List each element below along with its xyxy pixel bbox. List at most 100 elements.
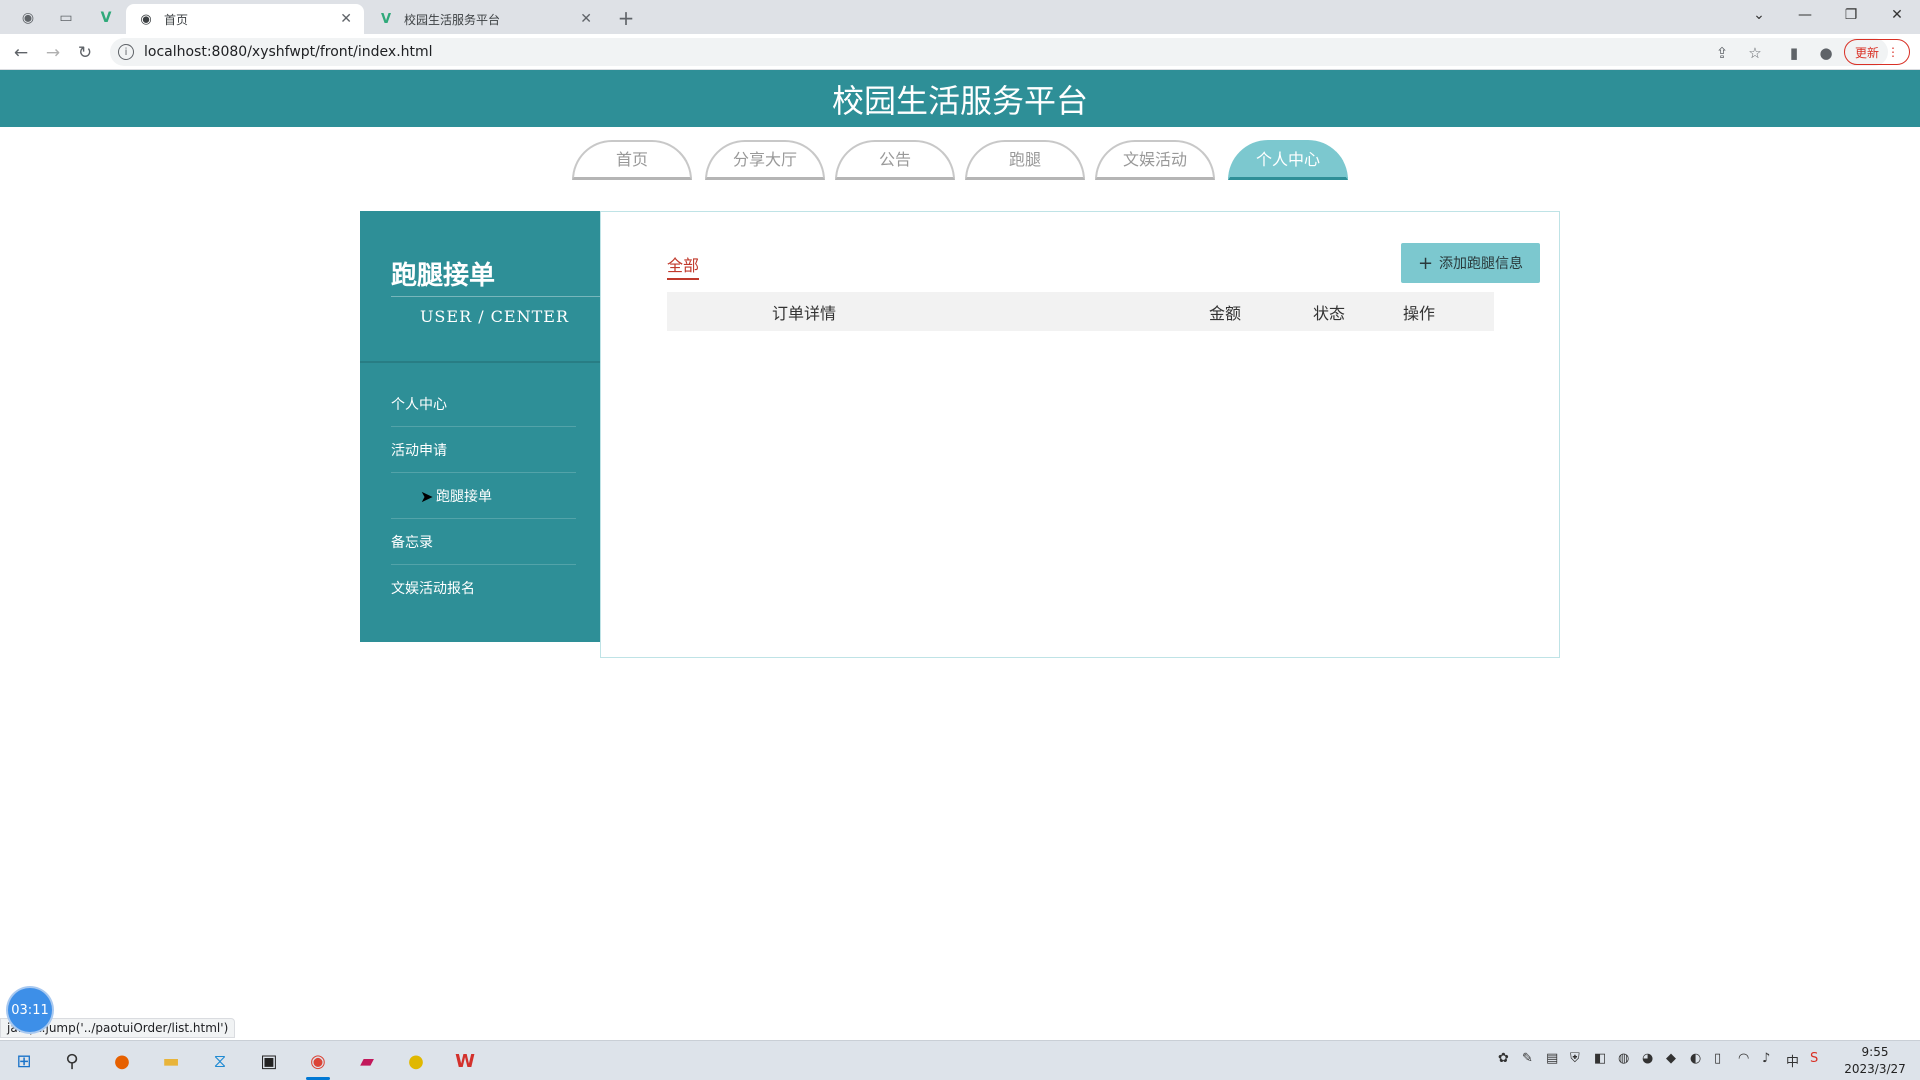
reload-icon: ↻ <box>77 43 93 63</box>
browser-tab-home[interactable]: ◉ 首页 ✕ <box>126 4 364 34</box>
profile-button[interactable]: ● <box>1814 41 1838 65</box>
timer-badge[interactable]: 03:11 <box>8 988 52 1032</box>
browser-tab-strip: ◉ ▭ V ◉ 首页 ✕ V 校园生活服务平台 ✕ + ⌄ — ❐ ✕ <box>0 0 1920 34</box>
close-window-button[interactable]: ✕ <box>1874 2 1920 28</box>
mouse-cursor-icon: ➤ <box>420 487 434 506</box>
column-header-amount: 金额 <box>1209 303 1242 323</box>
wps-icon: W <box>455 1050 475 1072</box>
tray-app-icon[interactable]: ✎ <box>1522 1051 1533 1066</box>
sidebar-title: 跑腿接单 <box>391 261 496 291</box>
plus-icon: + <box>1417 252 1434 274</box>
share-button[interactable]: ⇪ <box>1710 41 1734 65</box>
vue-icon: V <box>380 11 392 27</box>
main-content: 全部 + 添加跑腿信息 订单详情 金额 状态 操作 <box>600 211 1560 658</box>
pinned-tab-2[interactable]: ▭ <box>46 5 86 31</box>
clock-time: 9:55 <box>1861 1045 1889 1059</box>
update-button[interactable]: 更新 ⋮ <box>1844 39 1910 65</box>
sidebar: 跑腿接单 USER / CENTER 个人中心 活动申请 跑腿接单 备忘录 文娱… <box>360 211 600 642</box>
table-header: 订单详情 金额 状态 操作 <box>667 292 1494 331</box>
firefox-icon: ● <box>114 1050 130 1072</box>
intellij-icon: ▰ <box>360 1050 374 1072</box>
volume-icon[interactable]: ♪ <box>1762 1051 1770 1066</box>
new-tab-button[interactable]: + <box>612 4 640 32</box>
tray-app-icon[interactable]: ◐ <box>1690 1051 1701 1066</box>
side-panel-button[interactable]: ▮ <box>1782 41 1806 65</box>
bookmark-button[interactable]: ☆ <box>1743 41 1767 65</box>
taskbar-intellij[interactable]: ▰ <box>347 1045 387 1077</box>
forward-button[interactable]: → <box>40 40 66 66</box>
sidebar-item-activity-apply[interactable]: 活动申请 <box>391 427 576 473</box>
start-button[interactable]: ⊞ <box>4 1045 44 1077</box>
sidebar-item-user-center[interactable]: 个人中心 <box>391 381 576 427</box>
nav-share-hall[interactable]: 分享大厅 <box>705 140 825 180</box>
taskbar-terminal[interactable]: ▣ <box>249 1045 289 1077</box>
nav-errand[interactable]: 跑腿 <box>965 140 1085 180</box>
sidebar-item-errand-orders[interactable]: 跑腿接单 <box>391 473 576 519</box>
minimize-button[interactable]: — <box>1782 2 1828 28</box>
tray-app-icon[interactable]: ▤ <box>1546 1051 1558 1066</box>
windows-icon: ⊞ <box>16 1050 32 1072</box>
taskbar-clock[interactable]: 9:55 2023/3/27 <box>1840 1044 1910 1078</box>
filter-tab-all[interactable]: 全部 <box>667 252 700 280</box>
side-panel-icon: ▮ <box>1789 44 1799 62</box>
address-bar[interactable]: i localhost:8080/xyshfwpt/front/index.ht… <box>110 38 1888 66</box>
search-button[interactable]: ⚲ <box>52 1045 92 1077</box>
star-icon: ☆ <box>1748 44 1762 62</box>
nav-home[interactable]: 首页 <box>572 140 692 180</box>
sidebar-item-entertainment-signup[interactable]: 文娱活动报名 <box>391 565 576 611</box>
close-icon: ✕ <box>1891 7 1903 23</box>
battery-icon[interactable]: ▯ <box>1714 1051 1721 1066</box>
update-label: 更新 <box>1854 45 1879 60</box>
taskbar-wps[interactable]: W <box>445 1045 485 1077</box>
minimize-icon: — <box>1798 7 1812 23</box>
sidebar-item-memo[interactable]: 备忘录 <box>391 519 576 565</box>
taskbar-chrome[interactable]: ◉ <box>298 1045 338 1080</box>
tray-app-icon[interactable]: ◧ <box>1594 1051 1606 1066</box>
nav-notice[interactable]: 公告 <box>835 140 955 180</box>
globe-icon: ◉ <box>140 11 152 27</box>
wifi-icon[interactable]: ◠ <box>1738 1051 1749 1066</box>
shield-icon[interactable]: ⛨ <box>1570 1051 1580 1066</box>
restore-button[interactable]: ❐ <box>1828 2 1874 28</box>
url-text: localhost:8080/xyshfwpt/front/index.html <box>144 44 433 60</box>
column-header-order-details: 订单详情 <box>772 303 837 323</box>
more-vert-icon: ⋮ <box>1887 45 1899 59</box>
add-errand-button[interactable]: + 添加跑腿信息 <box>1401 243 1540 283</box>
duck-icon: ● <box>408 1050 424 1072</box>
close-tab-icon[interactable]: ✕ <box>340 11 352 27</box>
chevron-down-icon: ⌄ <box>1753 7 1765 23</box>
nav-user-center[interactable]: 个人中心 <box>1228 140 1348 180</box>
site-header: 校园生活服务平台 <box>0 70 1920 127</box>
input-method-icon[interactable]: S <box>1810 1051 1818 1066</box>
restore-icon: ❐ <box>1844 7 1858 23</box>
globe-icon: ◉ <box>21 10 35 26</box>
wechat-icon[interactable]: ◕ <box>1642 1051 1653 1066</box>
pinned-tab-1[interactable]: ◉ <box>8 5 48 31</box>
tab-title: 校园生活服务平台 <box>404 12 501 27</box>
taskbar-app-duck[interactable]: ● <box>396 1045 436 1077</box>
avatar-icon: ● <box>1819 44 1833 62</box>
clock-date: 2023/3/27 <box>1844 1062 1906 1076</box>
tab-search-button[interactable]: ⌄ <box>1736 2 1782 28</box>
main-nav: 首页 分享大厅 公告 跑腿 文娱活动 个人中心 <box>0 140 1920 180</box>
tray-app-icon[interactable]: ✿ <box>1498 1051 1509 1066</box>
browser-tab-platform[interactable]: V 校园生活服务平台 ✕ <box>366 4 604 34</box>
info-icon[interactable]: i <box>118 44 134 60</box>
taskbar-vscode[interactable]: ⧖ <box>200 1045 240 1077</box>
tray-app-icon[interactable]: ◍ <box>1618 1051 1629 1066</box>
taskbar-file-explorer[interactable]: ▬ <box>151 1045 191 1077</box>
pinned-tab-3[interactable]: V <box>86 5 126 31</box>
back-button[interactable]: ← <box>8 40 34 66</box>
ime-indicator[interactable]: 中 <box>1786 1051 1799 1070</box>
tray-app-icon[interactable]: ◆ <box>1666 1051 1676 1066</box>
site-title: 校园生活服务平台 <box>831 81 1088 120</box>
folder-icon: ▬ <box>162 1050 180 1072</box>
divider <box>391 296 600 297</box>
column-header-actions: 操作 <box>1403 303 1436 323</box>
close-tab-icon[interactable]: ✕ <box>580 11 592 27</box>
reload-button[interactable]: ↻ <box>72 40 98 66</box>
divider <box>360 361 600 363</box>
taskbar-firefox[interactable]: ● <box>102 1045 142 1077</box>
nav-entertainment[interactable]: 文娱活动 <box>1095 140 1215 180</box>
search-icon: ⚲ <box>65 1050 79 1072</box>
